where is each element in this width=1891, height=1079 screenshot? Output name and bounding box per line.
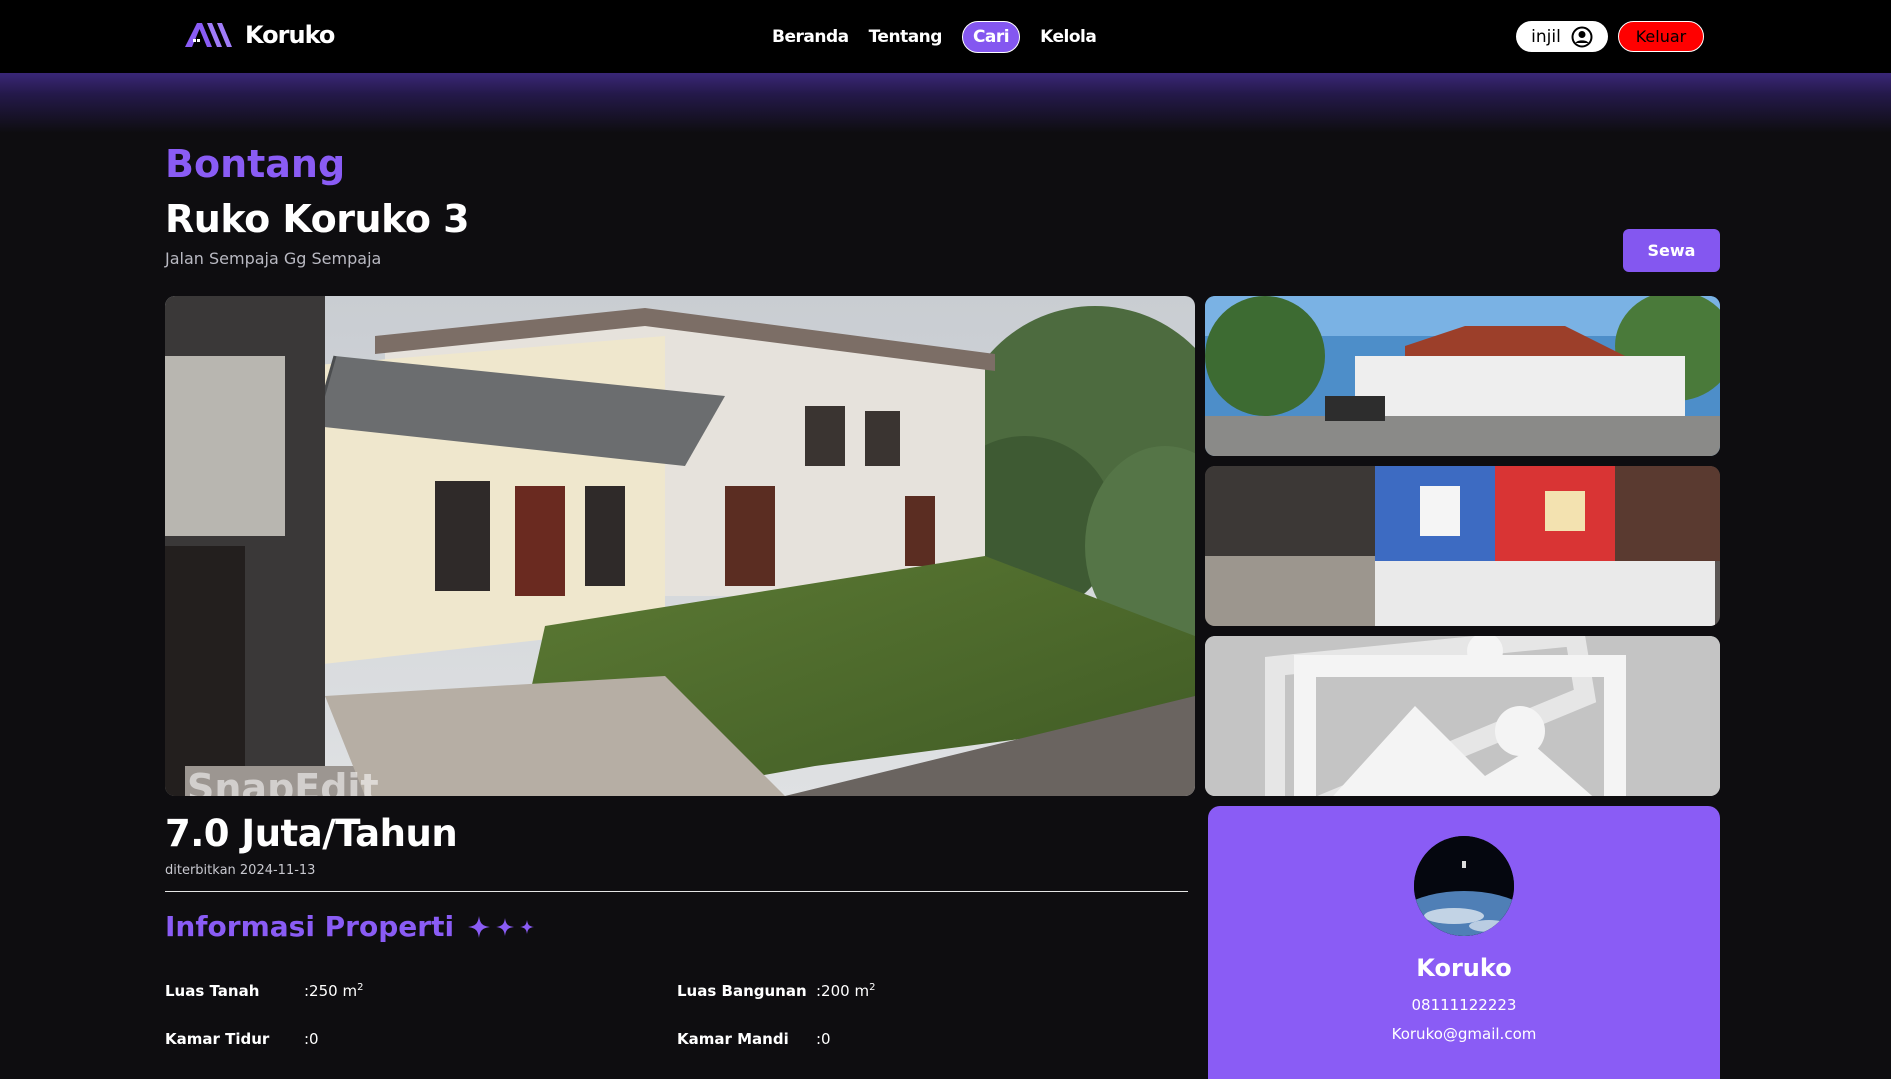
spec-value-unit: 2 [869,982,876,993]
info-heading: Informasi Properti [165,910,535,943]
spec-value-unit: 2 [357,982,364,993]
spec-value-luas-bangunan: :200 m2 [816,982,875,1000]
nav-link-tentang[interactable]: Tentang [859,22,952,52]
building-photo [1205,296,1720,456]
sparkle-icon [520,919,535,934]
thumbnail-placeholder[interactable] [1205,636,1720,796]
logout-button[interactable]: Keluar [1618,21,1704,52]
header-glow [0,73,1891,133]
thumbnail-photo-1[interactable] [1205,296,1720,456]
nav-links: Beranda Tentang Cari Kelola [762,21,1106,53]
spec-label-kamar-mandi: Kamar Mandi [677,1030,789,1048]
earth-space-image [1414,836,1514,936]
owner-card: Koruko 08111122223 Koruko@gmail.com [1208,806,1720,1079]
account-button[interactable]: injil [1516,21,1608,52]
sparkle-icons [468,915,535,938]
info-heading-text: Informasi Properti [165,910,455,943]
sparkle-icon [496,917,515,936]
property-title: Ruko Koruko 3 [165,197,470,241]
navbar: Koruko Beranda Tentang Cari Kelola injil… [0,0,1891,73]
owner-email[interactable]: Koruko@gmail.com [1208,1025,1720,1043]
property-address: Jalan Sempaja Gg Sempaja [165,249,382,268]
spec-value-kamar-mandi: :0 [816,1030,831,1048]
shophouse-photo [1205,466,1720,626]
spec-value-kamar-tidur: :0 [304,1030,319,1048]
photo-watermark: SnapEdit [187,766,379,796]
house-photo: SnapEdit [165,296,1195,796]
published-date: diterbitkan 2024-11-13 [165,863,316,878]
logo-icon [185,23,232,47]
nav-link-beranda[interactable]: Beranda [762,22,859,52]
owner-name: Koruko [1416,954,1512,982]
divider [165,891,1188,892]
property-city: Bontang [165,142,346,186]
logo-text: Koruko [245,21,335,49]
spec-label-luas-tanah: Luas Tanah [165,982,260,1000]
logo[interactable]: Koruko [183,19,335,51]
owner-phone[interactable]: 08111122223 [1208,996,1720,1014]
rent-button[interactable]: Sewa [1623,229,1720,272]
image-placeholder-icon [1205,636,1720,796]
user-icon [1571,26,1593,47]
spec-label-kamar-tidur: Kamar Tidur [165,1030,270,1048]
nav-link-kelola[interactable]: Kelola [1030,22,1106,52]
spec-label-luas-bangunan: Luas Bangunan [677,982,807,1000]
sparkle-icon [468,915,491,938]
nav-link-cari[interactable]: Cari [961,21,1021,53]
account-button-label: injil [1531,26,1561,47]
main-photo[interactable]: SnapEdit [165,296,1195,796]
spec-value-luas-tanah: :250 m2 [304,982,363,1000]
spec-value-text: :200 m [816,982,870,1000]
thumbnail-photo-2[interactable] [1205,466,1720,626]
avatar [1414,836,1514,936]
price: 7.0 Juta/Tahun [165,812,458,855]
spec-value-text: :250 m [304,982,358,1000]
